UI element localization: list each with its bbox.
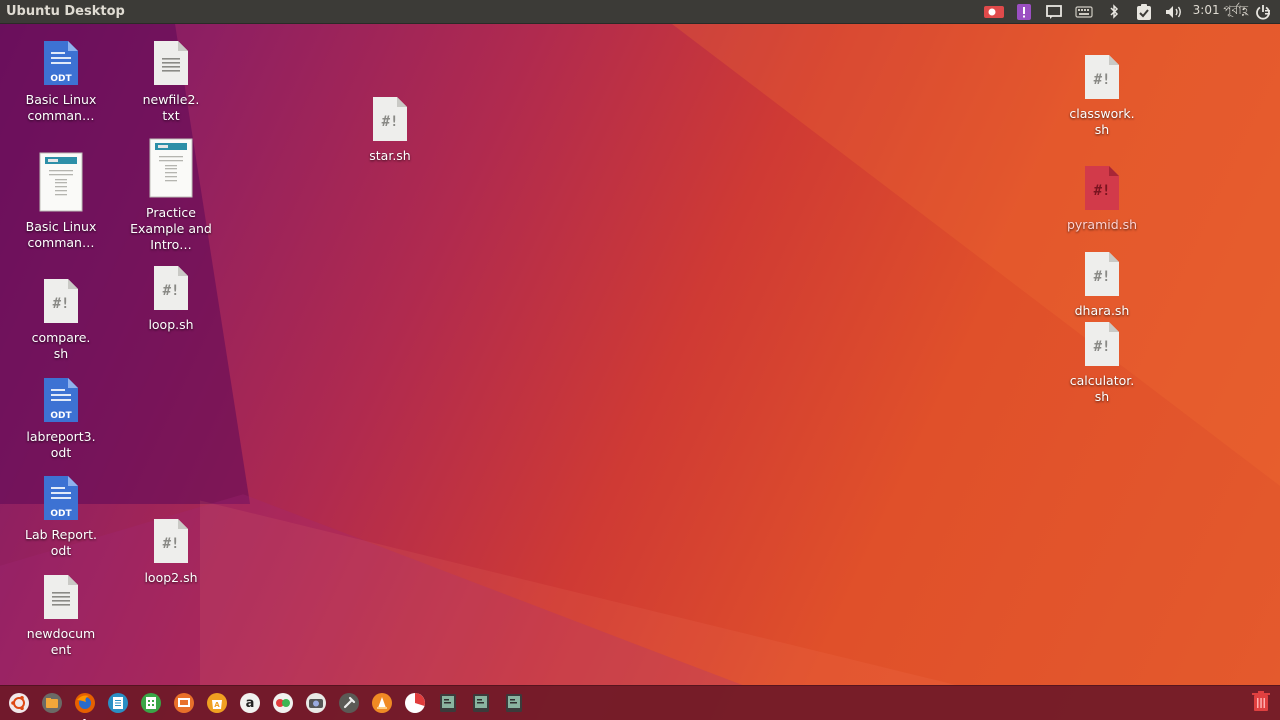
- desktop-icon-newfile2-txt[interactable]: newfile2. txt: [123, 41, 219, 124]
- svg-text:#!: #!: [53, 296, 70, 312]
- launcher-terminal-icon[interactable]: [497, 687, 530, 720]
- desktop-icon-star-sh[interactable]: #! star.sh: [342, 97, 438, 164]
- svg-text:#!: #!: [1094, 183, 1111, 199]
- desktop-icon-label: dhara.sh: [1074, 303, 1130, 318]
- script-file-icon: #!: [1085, 55, 1119, 103]
- svg-text:#!: #!: [163, 536, 180, 552]
- svg-text:a: a: [245, 696, 254, 711]
- script-file-icon: #!: [373, 97, 407, 145]
- desktop-icon-label: newdocum ent: [26, 626, 96, 657]
- top-panel: Ubuntu Desktop 3:01 পূর্বাহ্ণ: [0, 0, 1280, 24]
- desktop-icon-basic-linux-commands-pdf[interactable]: Basic Linux comman…: [13, 152, 109, 251]
- screen-recorder-icon[interactable]: [979, 0, 1009, 24]
- launcher: Aa: [0, 685, 1280, 720]
- launcher-settings-icon[interactable]: [332, 687, 365, 720]
- document-file-icon: ODT: [44, 476, 78, 524]
- keyboard-icon[interactable]: [1069, 0, 1099, 24]
- launcher-terminal-icon[interactable]: [464, 687, 497, 720]
- script-file-icon: #!: [1085, 322, 1119, 370]
- script-file-icon: #!: [154, 519, 188, 567]
- desktop-icon-labreport3-odt[interactable]: ODT labreport3. odt: [13, 378, 109, 461]
- desktop-icon-dhara-sh[interactable]: #! dhara.sh: [1054, 252, 1150, 319]
- launcher-software-center-icon[interactable]: A: [200, 687, 233, 720]
- svg-text:A: A: [214, 701, 220, 709]
- desktop-icon-label: calculator. sh: [1069, 373, 1135, 404]
- pdf-thumbnail-icon: [39, 152, 83, 216]
- desktop-icon-calculator-sh[interactable]: #! calculator. sh: [1054, 322, 1150, 405]
- launcher-trash-icon[interactable]: [1252, 691, 1270, 715]
- desktop-icon-label: labreport3. odt: [26, 429, 96, 460]
- update-check-icon[interactable]: [1129, 0, 1159, 24]
- launcher-disk-usage-icon[interactable]: [398, 687, 431, 720]
- desktop-icon-label: Lab Report. odt: [25, 527, 97, 558]
- script-file-icon: #!: [1085, 252, 1119, 300]
- messaging-icon[interactable]: [1039, 0, 1069, 24]
- launcher-terminal-icon[interactable]: [431, 687, 464, 720]
- launcher-amazon-icon[interactable]: a: [233, 687, 266, 720]
- document-file-icon: ODT: [44, 378, 78, 426]
- launcher-writer-icon[interactable]: [101, 687, 134, 720]
- desktop-icon-compare-sh[interactable]: #! compare. sh: [13, 279, 109, 362]
- svg-text:#!: #!: [1094, 269, 1111, 285]
- launcher-calc-icon[interactable]: [134, 687, 167, 720]
- desktop-icon-label: Basic Linux comman…: [25, 92, 97, 123]
- desktop-icon-lab-report-odt[interactable]: ODT Lab Report. odt: [13, 476, 109, 559]
- svg-text:ODT: ODT: [50, 411, 72, 421]
- script-file-icon: #!: [44, 279, 78, 327]
- window-title: Ubuntu Desktop: [6, 4, 125, 19]
- svg-text:ODT: ODT: [50, 509, 72, 519]
- volume-icon[interactable]: [1159, 0, 1189, 24]
- desktop-icon-label: Practice Example and Intro…: [130, 205, 212, 252]
- launcher-screenshot-icon[interactable]: [299, 687, 332, 720]
- bluetooth-icon[interactable]: [1099, 0, 1129, 24]
- desktop-icon-pyramid-sh[interactable]: #! pyramid.sh: [1054, 166, 1150, 233]
- desktop-icon-loop2-sh[interactable]: #! loop2.sh: [123, 519, 219, 586]
- desktop-icon-classwork-sh[interactable]: #! classwork. sh: [1054, 55, 1150, 138]
- launcher-firefox-icon[interactable]: [68, 687, 101, 720]
- desktop-icon-label: pyramid.sh: [1066, 217, 1138, 232]
- svg-text:#!: #!: [163, 283, 180, 299]
- launcher-vlc-icon[interactable]: [365, 687, 398, 720]
- wallpaper-facet: [200, 500, 956, 685]
- document-file-icon: ODT: [44, 41, 78, 89]
- desktop-icon-label: Basic Linux comman…: [25, 219, 97, 250]
- desktop-icon-label: star.sh: [369, 148, 411, 163]
- svg-text:#!: #!: [1094, 72, 1111, 88]
- session-power-icon[interactable]: [1252, 0, 1274, 24]
- desktop-icon-label: newfile2. txt: [142, 92, 200, 123]
- script-file-icon: #!: [154, 266, 188, 314]
- launcher-impress-icon[interactable]: [167, 687, 200, 720]
- text-file-icon: [44, 575, 78, 623]
- desktop-icon-practice-example-pdf[interactable]: Practice Example and Intro…: [123, 138, 219, 253]
- desktop-icon-label: loop2.sh: [144, 570, 198, 585]
- desktop-icon-label: compare. sh: [31, 330, 91, 361]
- desktop-icon-label: loop.sh: [148, 317, 194, 332]
- desktop-icon-newdocument[interactable]: newdocum ent: [13, 575, 109, 658]
- notification-icon[interactable]: [1009, 0, 1039, 24]
- launcher-kazam-icon[interactable]: [266, 687, 299, 720]
- svg-text:#!: #!: [1094, 339, 1111, 355]
- svg-text:#!: #!: [382, 114, 399, 130]
- text-file-icon: [154, 41, 188, 89]
- indicator-area: 3:01 পূর্বাহ্ণ: [979, 0, 1280, 24]
- script-file-icon: #!: [1085, 166, 1119, 214]
- desktop-icon-basic-linux-commands-odt[interactable]: ODT Basic Linux comman…: [13, 41, 109, 124]
- svg-text:ODT: ODT: [50, 74, 72, 84]
- pdf-thumbnail-icon: [149, 138, 193, 202]
- desktop-icon-loop-sh[interactable]: #! loop.sh: [123, 266, 219, 333]
- desktop-icon-label: classwork. sh: [1069, 106, 1135, 137]
- launcher-files-icon[interactable]: [35, 687, 68, 720]
- clock[interactable]: 3:01 পূর্বাহ্ণ: [1189, 2, 1252, 22]
- launcher-ubuntu-logo-icon[interactable]: [2, 687, 35, 720]
- wallpaper-facet: [672, 24, 1280, 486]
